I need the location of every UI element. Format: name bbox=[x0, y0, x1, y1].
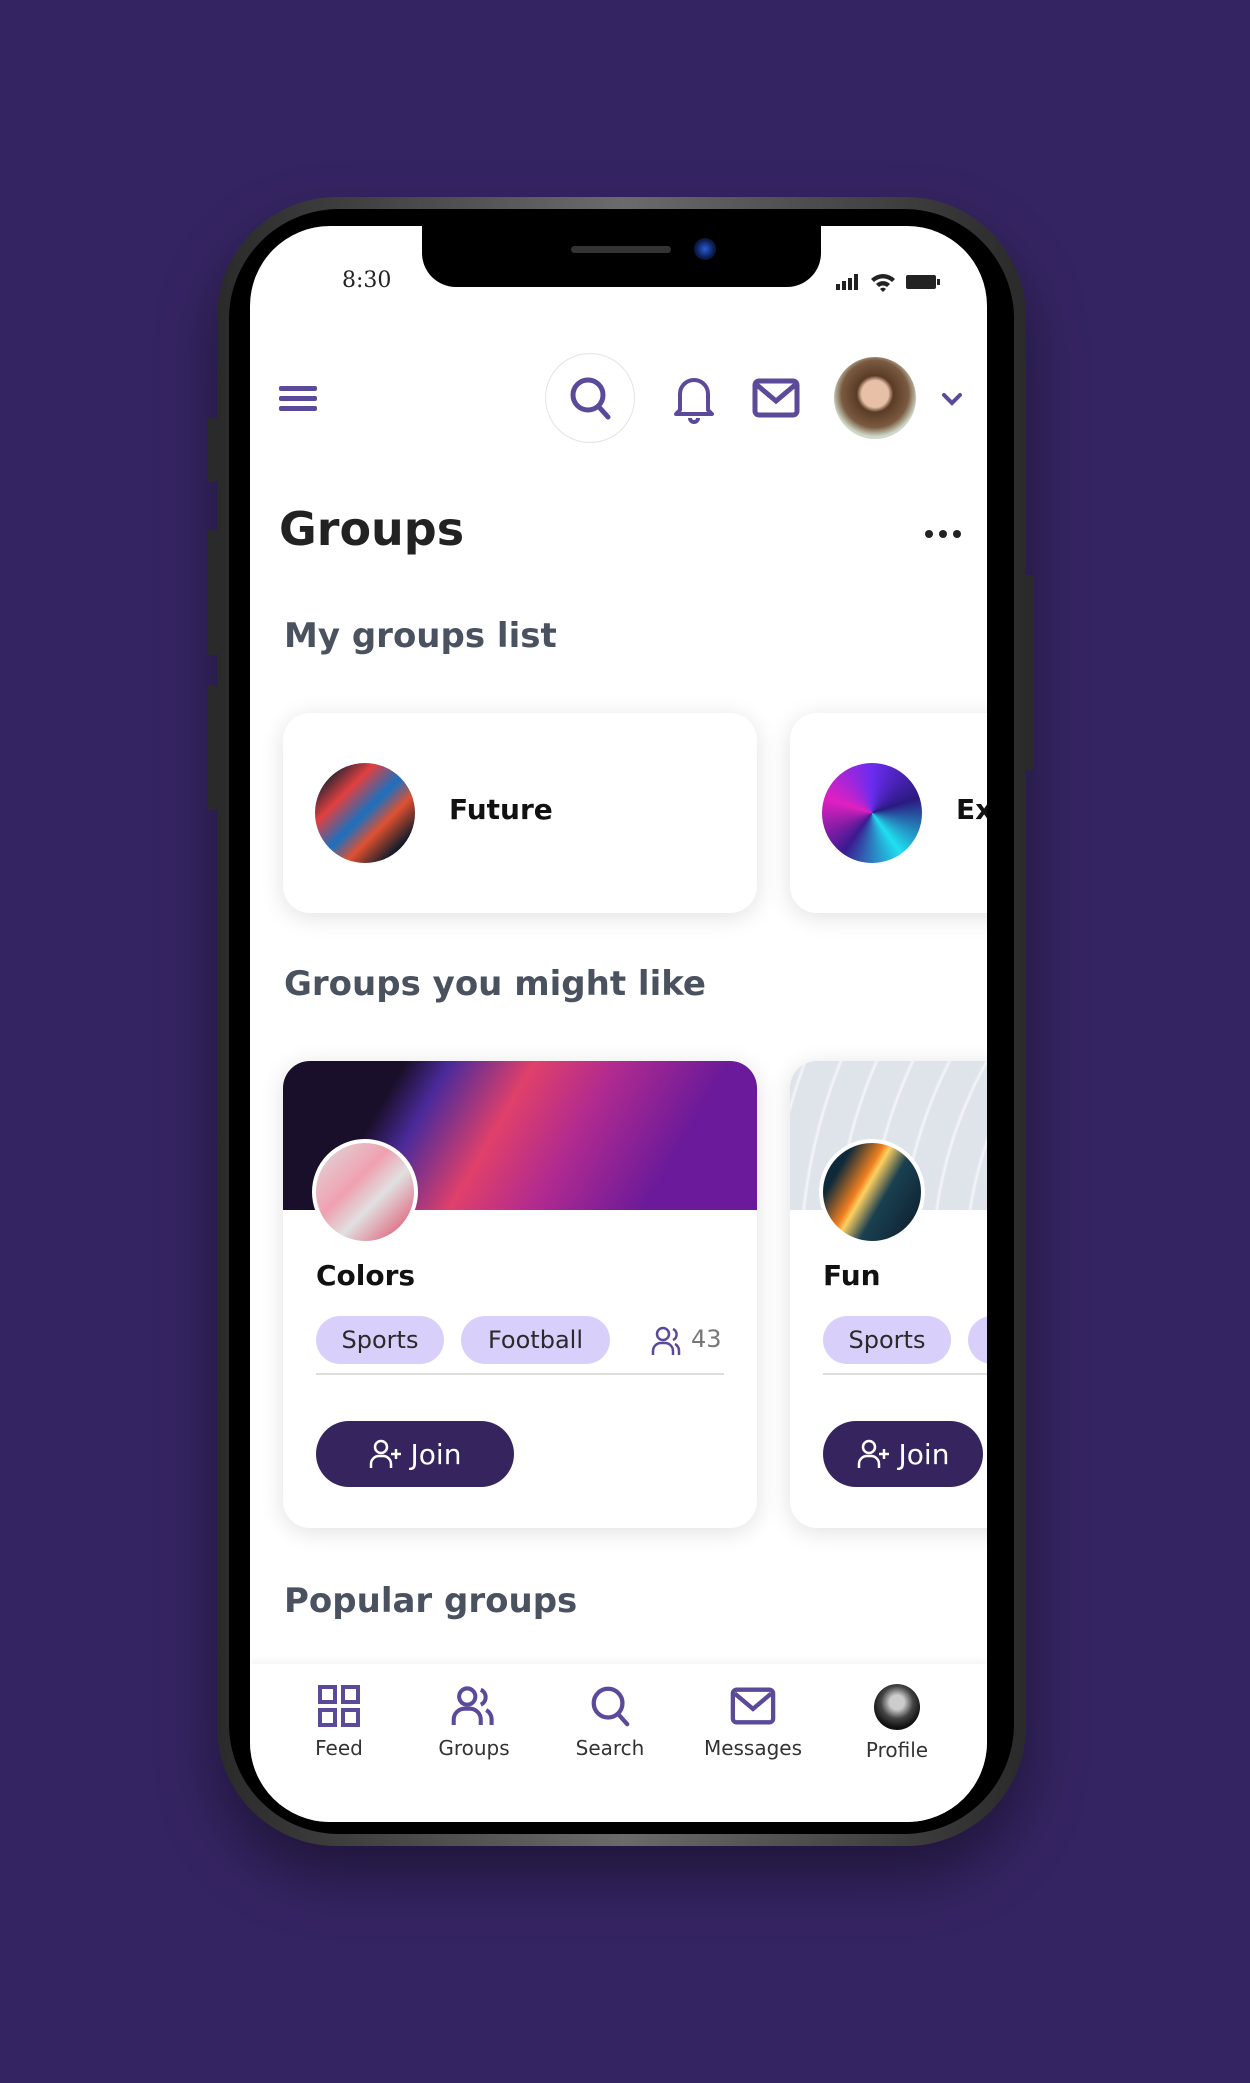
tag-chip[interactable]: Football bbox=[461, 1316, 610, 1364]
group-name: Ex bbox=[956, 793, 987, 826]
grid-icon bbox=[318, 1685, 360, 1727]
battery-icon bbox=[906, 275, 940, 289]
power-button bbox=[1024, 575, 1034, 770]
nav-profile[interactable]: Profile bbox=[827, 1684, 967, 1762]
mute-switch bbox=[207, 418, 217, 482]
nav-label: Groups bbox=[438, 1736, 510, 1760]
group-avatar bbox=[312, 1139, 418, 1245]
join-label: Join bbox=[410, 1437, 462, 1471]
suggested-group-card[interactable]: Colors Sports Football 43 Join bbox=[283, 1061, 757, 1528]
members-icon bbox=[651, 1326, 685, 1356]
group-name: Future bbox=[449, 793, 553, 826]
group-avatar bbox=[819, 1139, 925, 1245]
nav-label: Feed bbox=[315, 1736, 363, 1760]
bell-icon[interactable] bbox=[672, 374, 716, 424]
tag-chip[interactable] bbox=[968, 1316, 987, 1364]
speaker bbox=[571, 246, 671, 253]
tag-chip[interactable]: Sports bbox=[823, 1316, 951, 1364]
mail-icon bbox=[730, 1687, 776, 1725]
status-time: 8:30 bbox=[342, 268, 392, 293]
nav-label: Search bbox=[575, 1736, 645, 1760]
join-button[interactable]: Join bbox=[823, 1421, 983, 1487]
notch bbox=[422, 226, 821, 287]
my-groups-heading: My groups list bbox=[284, 616, 557, 656]
search-button[interactable] bbox=[545, 353, 635, 443]
nav-label: Messages bbox=[703, 1736, 803, 1760]
group-name: Colors bbox=[316, 1259, 416, 1292]
group-name: Fun bbox=[823, 1259, 881, 1292]
suggested-group-card[interactable]: Fun Sports Join bbox=[790, 1061, 987, 1528]
search-icon bbox=[591, 1686, 630, 1727]
wifi-icon bbox=[870, 272, 896, 292]
user-plus-icon bbox=[369, 1439, 401, 1468]
profile-avatar bbox=[874, 1684, 920, 1730]
nav-search[interactable]: Search bbox=[540, 1684, 680, 1760]
popular-groups-heading: Popular groups bbox=[284, 1581, 578, 1621]
my-group-card[interactable]: Future bbox=[283, 713, 757, 913]
screen: 8:30 Groups My groups list Future Ex Gro… bbox=[250, 226, 987, 1822]
divider bbox=[823, 1373, 987, 1375]
more-horizontal-icon[interactable] bbox=[924, 529, 964, 539]
signal-icon bbox=[836, 274, 862, 290]
volume-up-button bbox=[207, 530, 217, 655]
tag-chip[interactable]: Sports bbox=[316, 1316, 444, 1364]
member-count: 43 bbox=[691, 1325, 722, 1353]
group-avatar bbox=[822, 763, 922, 863]
page-title: Groups bbox=[279, 502, 465, 556]
join-button[interactable]: Join bbox=[316, 1421, 514, 1487]
user-avatar[interactable] bbox=[834, 357, 916, 439]
nav-groups[interactable]: Groups bbox=[404, 1684, 544, 1760]
user-plus-icon bbox=[857, 1439, 889, 1468]
volume-down-button bbox=[207, 685, 217, 810]
camera bbox=[694, 238, 716, 260]
suggested-groups-heading: Groups you might like bbox=[284, 964, 706, 1004]
join-label: Join bbox=[898, 1437, 950, 1471]
nav-label: Profile bbox=[865, 1738, 929, 1762]
nav-feed[interactable]: Feed bbox=[269, 1684, 409, 1760]
chevron-down-icon[interactable] bbox=[941, 392, 963, 406]
group-avatar bbox=[315, 763, 415, 863]
divider bbox=[316, 1373, 724, 1375]
nav-messages[interactable]: Messages bbox=[683, 1684, 823, 1760]
hamburger-icon[interactable] bbox=[279, 384, 317, 414]
search-icon bbox=[570, 377, 611, 420]
mail-icon[interactable] bbox=[752, 378, 800, 418]
users-icon bbox=[451, 1686, 494, 1725]
my-group-card[interactable]: Ex bbox=[790, 713, 987, 913]
